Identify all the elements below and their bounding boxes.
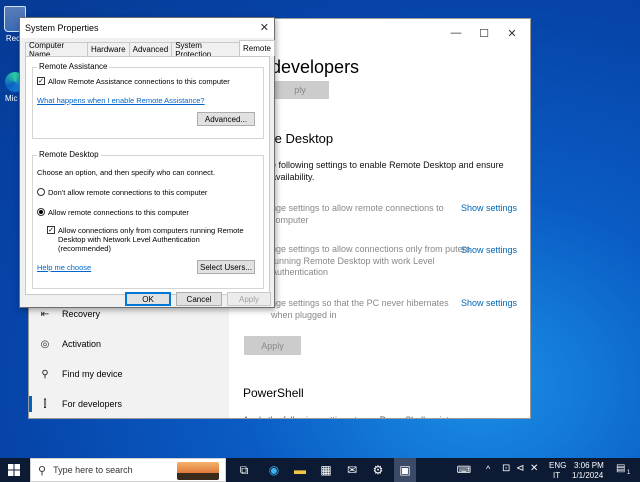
nla-checkbox[interactable]: ✓ Allow connections only from computers … (47, 226, 247, 253)
cancel-button[interactable]: Cancel (176, 292, 222, 306)
developers-icon: ⫿ (43, 398, 47, 410)
help-me-choose-link[interactable]: Help me choose (37, 263, 91, 272)
sidebar-item-label: For developers (62, 399, 123, 409)
select-users-button[interactable]: Select Users... (197, 260, 255, 274)
recovery-icon: ⇤ (40, 308, 50, 320)
powershell-description: Apply the following settings to run Powe… (243, 415, 483, 418)
windows-logo-icon (8, 464, 20, 476)
sidebar-item-activation[interactable]: ◎ Activation (29, 330, 229, 358)
speaker-icon[interactable]: ⊲ (516, 463, 524, 474)
dont-allow-remote-radio[interactable]: Don't allow remote connections to this c… (37, 188, 207, 197)
system-properties-dialog: System Properties ✕ Computer Name Hardwa… (19, 17, 275, 308)
search-highlight-image (177, 462, 219, 480)
radio-unselected-icon (37, 188, 45, 196)
dont-allow-remote-label: Don't allow remote connections to this c… (48, 188, 208, 197)
setting-hibernate: nge settings so that the PC never hibern… (271, 298, 449, 320)
remote-tab-panel: Remote Assistance ✓ Allow Remote Assista… (25, 56, 270, 295)
dialog-titlebar: System Properties ✕ (20, 18, 274, 38)
show-settings-link-1[interactable]: Show settings (461, 203, 517, 213)
allow-remote-label: Allow remote connections to this compute… (48, 208, 189, 217)
dialog-title: System Properties (25, 23, 99, 33)
remote-assistance-help-link[interactable]: What happens when I enable Remote Assist… (37, 96, 205, 105)
sidebar-item-label: Find my device (62, 369, 123, 379)
ok-button[interactable]: OK (125, 292, 171, 306)
tab-remote[interactable]: Remote (238, 40, 275, 56)
file-explorer-icon[interactable]: ▬ (292, 462, 308, 478)
sidebar-item-for-developers[interactable]: ⫿ For developers (29, 390, 229, 418)
edge-taskbar-icon[interactable]: ◉ (266, 462, 282, 478)
remote-assistance-legend: Remote Assistance (37, 62, 110, 71)
checkbox-checked-icon: ✓ (47, 226, 55, 234)
nla-label: Allow connections only from computers ru… (58, 226, 244, 253)
volume-muted-icon[interactable]: ✕ (530, 463, 538, 474)
allow-remote-radio[interactable]: Allow remote connections to this compute… (37, 208, 189, 217)
dialog-apply-button[interactable]: Apply (227, 292, 271, 306)
minimize-icon[interactable]: — (442, 23, 470, 43)
activation-icon: ◎ (40, 338, 50, 350)
apply-button-top[interactable]: ply (271, 81, 329, 99)
start-button[interactable] (0, 458, 28, 482)
notification-icon[interactable]: ▤ (616, 463, 625, 474)
task-view-icon[interactable]: ⧉ (236, 462, 252, 478)
tab-computer-name[interactable]: Computer Name (25, 41, 88, 59)
maximize-icon[interactable]: ☐ (470, 23, 498, 43)
mail-icon[interactable]: ✉ (344, 462, 360, 478)
sidebar-item-find-my-device[interactable]: ⚲ Find my device (29, 360, 229, 388)
taskbar-search-box[interactable]: ⚲ Type here to search (30, 458, 226, 482)
setting-remote-connections: nge settings to allow remote connections… (271, 203, 444, 225)
setting-nla: nge settings to allow connections only f… (271, 244, 471, 277)
close-icon[interactable]: ✕ (498, 23, 526, 43)
store-icon[interactable]: ▦ (318, 462, 334, 478)
language-indicator[interactable]: ENG (549, 461, 566, 470)
apply-button[interactable]: Apply (244, 336, 301, 355)
checkbox-checked-icon: ✓ (37, 77, 45, 85)
remote-desktop-prompt: Choose an option, and then specify who c… (37, 168, 216, 177)
clock-date: 1/1/2024 (572, 471, 604, 480)
chevron-up-icon[interactable]: ^ (486, 464, 490, 474)
allow-remote-assistance-label: Allow Remote Assistance connections to t… (48, 77, 230, 86)
dialog-tabs: Computer Name Hardware Advanced System P… (25, 40, 275, 59)
find-device-icon: ⚲ (41, 368, 49, 380)
notification-count: 1 (627, 470, 631, 476)
network-icon[interactable]: ⊡ (502, 463, 510, 474)
taskbar: ⚲ Type here to search ⧉ ◉ ▬ ▦ ✉ ⚙ ▣ ⌨ ^ … (0, 458, 640, 482)
remote-desktop-description: e following settings to enable Remote De… (271, 160, 504, 182)
page-title: developers (271, 57, 360, 77)
keyboard-icon[interactable]: ⌨ (456, 462, 472, 478)
search-placeholder: Type here to search (53, 465, 133, 475)
sidebar-item-label: Recovery (62, 309, 101, 319)
show-settings-link-2[interactable]: Show settings (461, 245, 517, 255)
close-icon[interactable]: ✕ (260, 21, 269, 34)
settings-gear-icon[interactable]: ⚙ (370, 462, 386, 478)
remote-desktop-heading: te Desktop (271, 131, 334, 146)
advanced-button[interactable]: Advanced... (197, 112, 255, 126)
powershell-heading: PowerShell (243, 386, 304, 400)
tab-advanced[interactable]: Advanced (128, 42, 173, 56)
sidebar-item-label: Activation (62, 339, 102, 349)
tab-system-protection[interactable]: System Protection (171, 41, 240, 59)
tab-hardware[interactable]: Hardware (86, 42, 130, 56)
remote-desktop-legend: Remote Desktop (37, 150, 101, 159)
window-controls: — ☐ ✕ (442, 23, 526, 43)
remote-desktop-group: Remote Desktop Choose an option, and the… (32, 150, 264, 289)
allow-remote-assistance-checkbox[interactable]: ✓ Allow Remote Assistance connections to… (37, 77, 230, 86)
search-icon: ⚲ (38, 464, 47, 477)
system-properties-taskbar-icon[interactable]: ▣ (397, 462, 413, 478)
region-indicator: IT (553, 471, 561, 480)
clock-time[interactable]: 3:06 PM (574, 461, 604, 470)
show-settings-link-3[interactable]: Show settings (461, 298, 517, 308)
radio-selected-icon (37, 208, 45, 216)
remote-assistance-group: Remote Assistance ✓ Allow Remote Assista… (32, 62, 264, 139)
